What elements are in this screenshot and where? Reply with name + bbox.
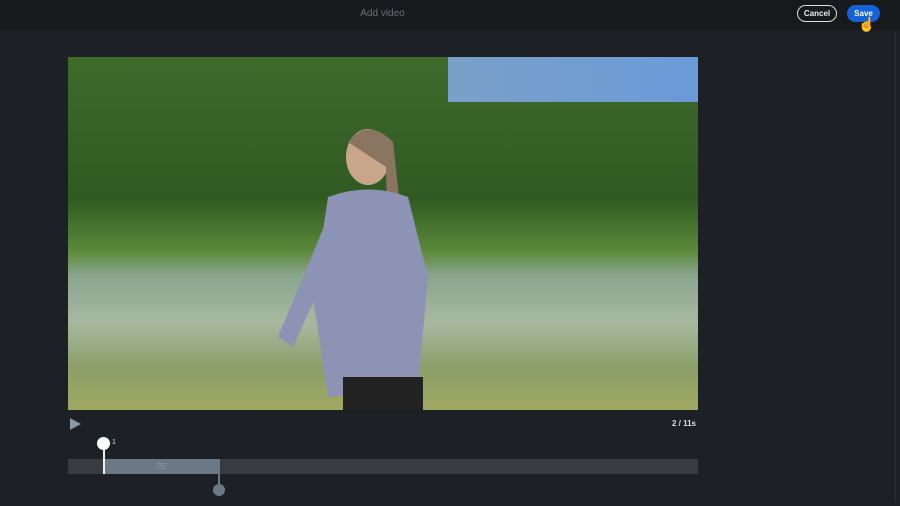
playhead-handle[interactable] [97, 437, 110, 450]
video-preview[interactable] [68, 57, 698, 410]
video-person [278, 129, 428, 410]
time-display: 2 / 11s [671, 419, 696, 428]
top-bar: Add video Cancel Save ☝ [0, 0, 900, 32]
selection-end-line [218, 459, 220, 485]
dialog-title: Add video [360, 8, 405, 19]
drag-grip-icon[interactable]: ⠿⠿ [156, 462, 167, 471]
cancel-button[interactable]: Cancel [797, 5, 837, 22]
playhead-label: 1 [112, 439, 116, 446]
hand-cursor-icon: ☝ [858, 16, 876, 32]
play-icon[interactable] [70, 418, 81, 430]
video-sky [448, 57, 698, 102]
scrollbar[interactable] [895, 32, 896, 502]
selection-end-handle[interactable] [213, 484, 225, 496]
